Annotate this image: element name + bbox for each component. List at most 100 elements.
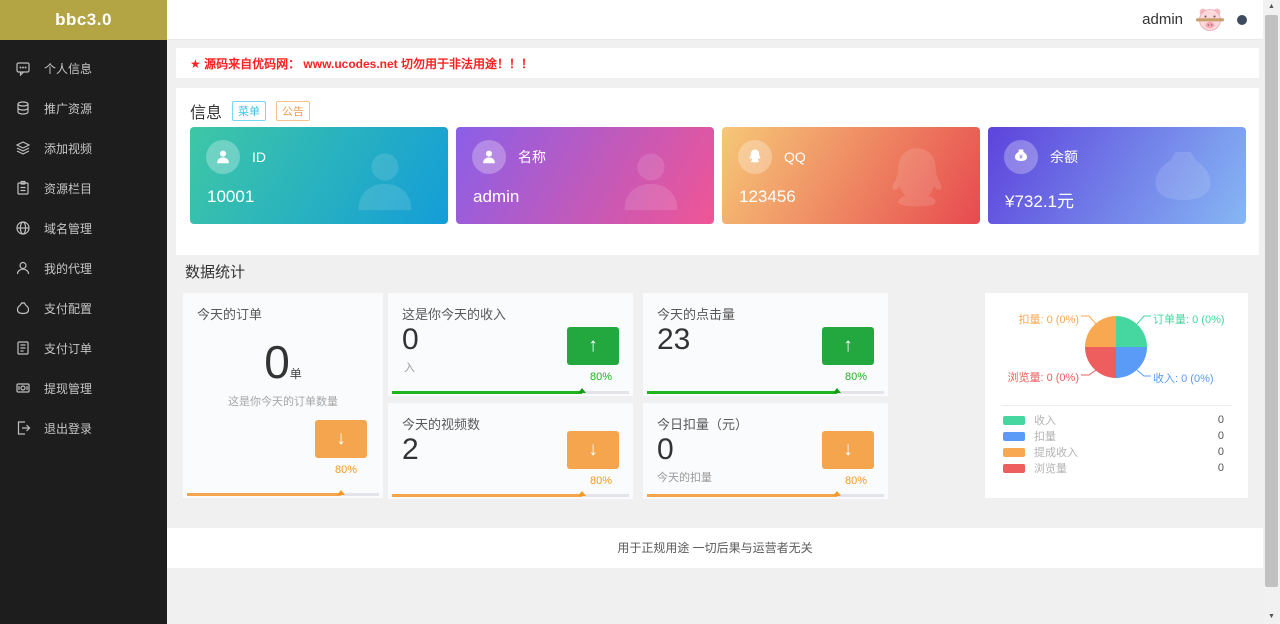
pie-label-orders: 订单量: 0 (0%): [1153, 314, 1225, 326]
trend-down-button[interactable]: ↓: [567, 431, 619, 469]
trend-up-button[interactable]: ↑: [822, 327, 874, 365]
scrollbar-down-arrow-icon[interactable]: ▼: [1263, 610, 1280, 624]
progress-bar: [392, 391, 629, 394]
scrollbar-thumb[interactable]: [1265, 15, 1278, 587]
sidebar-item-add-video[interactable]: 添加视频: [0, 128, 167, 168]
legend-item-commission[interactable]: 提成收入 0: [985, 444, 1248, 460]
sidebar-item-label: 添加视频: [44, 141, 93, 156]
stat-card-title: 今天的点击量: [657, 307, 736, 322]
pie-label-deduction: 扣量: 0 (0%): [1018, 314, 1079, 326]
legend-label: 收入: [1034, 415, 1056, 427]
topbar: admin: [167, 0, 1263, 40]
trend-down-button[interactable]: ↓: [822, 431, 874, 469]
stat-subtitle: 这是你今天的订单数量: [228, 396, 338, 408]
stat-card-deduction: 今日扣量（元） 0 今天的扣量 ↓ 80%: [643, 403, 888, 499]
legend-value: 0: [1217, 414, 1224, 426]
info-header: 信息 菜单 公告: [176, 88, 1259, 123]
info-panel: 信息 菜单 公告 ID 10001 名称 admin QQ 123456 ¥ 余…: [176, 88, 1259, 255]
progress-marker-icon: [577, 491, 586, 496]
app-logo: bbc3.0: [0, 0, 167, 40]
card-label: ID: [252, 149, 266, 165]
card-id: ID 10001: [190, 127, 448, 224]
coins-icon: [15, 100, 31, 116]
pie-chart[interactable]: [1085, 316, 1147, 378]
qq-silhouette-icon: [872, 137, 962, 224]
percent-label: 80%: [844, 371, 867, 383]
stat-card-videos: 今天的视频数 2 ↓ 80%: [388, 403, 633, 499]
stat-card-title: 这是你今天的收入: [402, 307, 507, 322]
legend-item-income[interactable]: 收入 0: [985, 412, 1248, 428]
gradient-card-row: ID 10001 名称 admin QQ 123456 ¥ 余额 ¥732.1元: [190, 127, 1246, 224]
percent-label: 80%: [334, 464, 357, 476]
pie-chart-panel: 扣量: 0 (0%) 订单量: 0 (0%) 浏览量: 0 (0%) 收入: 0…: [985, 293, 1248, 498]
sidebar-item-promotion[interactable]: 推广资源: [0, 88, 167, 128]
withdraw-icon: [15, 380, 31, 396]
sidebar-item-logout[interactable]: 退出登录: [0, 408, 167, 448]
progress-marker-icon: [832, 491, 841, 496]
progress-bar: [647, 391, 884, 394]
globe-icon: [15, 220, 31, 236]
avatar[interactable]: [1195, 6, 1225, 34]
legend-divider: [1001, 405, 1232, 406]
user-silhouette-icon: [340, 137, 430, 224]
user-icon: [15, 260, 31, 276]
vertical-scrollbar[interactable]: ▲ ▼: [1263, 0, 1280, 624]
sidebar-item-domain[interactable]: 域名管理: [0, 208, 167, 248]
legend-label: 扣量: [1034, 431, 1056, 443]
card-label: 名称: [518, 149, 546, 165]
sidebar-item-label: 推广资源: [44, 101, 93, 116]
sidebar-item-label: 个人信息: [44, 61, 93, 76]
stat-value: 23: [657, 323, 691, 356]
card-label: 余额: [1050, 149, 1078, 165]
chart-legend: 收入 0 扣量 0 提成收入 0 浏览量 0: [985, 412, 1248, 476]
card-name: 名称 admin: [456, 127, 714, 224]
badge-menu[interactable]: 菜单: [232, 101, 267, 121]
percent-label: 80%: [589, 475, 612, 487]
legend-swatch: [1003, 447, 1025, 457]
footer: 用于正规用途 一切后果与运营者无关: [167, 528, 1263, 568]
scrollbar-up-arrow-icon[interactable]: ▲: [1263, 0, 1280, 14]
percent-label: 80%: [589, 371, 612, 383]
chat-icon: [15, 60, 31, 77]
progress-bar: [187, 493, 379, 496]
legend-item-deduction[interactable]: 扣量 0: [985, 428, 1248, 444]
legend-item-views[interactable]: 浏览量 0: [985, 460, 1248, 476]
sidebar-item-withdraw[interactable]: 提现管理: [0, 368, 167, 408]
stat-unit: 入: [404, 362, 415, 374]
sidebar-menu: 个人信息 推广资源 添加视频 资源栏目 域名管理 我的代理 支付配置 支付订单: [0, 40, 167, 448]
stat-value: 0: [657, 433, 674, 466]
user-silhouette-icon: [606, 137, 696, 224]
legend-swatch: [1003, 431, 1025, 441]
user-menu-dot[interactable]: [1237, 14, 1247, 25]
sidebar-item-payment-orders[interactable]: 支付订单: [0, 328, 167, 368]
stat-value: 2: [402, 433, 419, 466]
stat-subtitle: 今天的扣量: [657, 472, 712, 484]
pie-label-views: 浏览量: 0 (0%): [1007, 372, 1079, 384]
sidebar-item-my-agent[interactable]: 我的代理: [0, 248, 167, 288]
card-balance: ¥ 余额 ¥732.1元: [988, 127, 1246, 224]
progress-marker-icon: [577, 388, 586, 393]
sidebar-item-label: 资源栏目: [44, 181, 93, 196]
footer-text: 用于正规用途 一切后果与运营者无关: [617, 541, 813, 555]
sidebar-item-resource-column[interactable]: 资源栏目: [0, 168, 167, 208]
sidebar-item-profile[interactable]: 个人信息: [0, 48, 167, 88]
card-label: QQ: [784, 149, 806, 165]
legend-value: 0: [1217, 462, 1224, 474]
sidebar-item-label: 域名管理: [44, 221, 93, 236]
trend-up-button[interactable]: ↑: [567, 327, 619, 365]
sidebar-item-payment-config[interactable]: 支付配置: [0, 288, 167, 328]
badge-announcement[interactable]: 公告: [276, 101, 311, 121]
stat-card-title: 今日扣量（元）: [657, 417, 749, 432]
svg-text:¥: ¥: [1019, 155, 1023, 161]
layers-icon: [15, 140, 31, 156]
stat-card-orders: 今天的订单 0单 这是你今天的订单数量 ↓ 80%: [183, 293, 383, 498]
trend-down-button[interactable]: ↓: [315, 420, 367, 458]
sidebar-item-label: 支付配置: [44, 301, 93, 316]
legend-value: 0: [1217, 430, 1224, 442]
card-value: admin: [473, 187, 520, 206]
legend-swatch: [1003, 415, 1025, 425]
stat-card-clicks: 今天的点击量 23 ↑ 80%: [643, 293, 888, 396]
stat-unit: 单: [289, 367, 302, 381]
legend-swatch: [1003, 463, 1025, 473]
percent-label: 80%: [844, 475, 867, 487]
